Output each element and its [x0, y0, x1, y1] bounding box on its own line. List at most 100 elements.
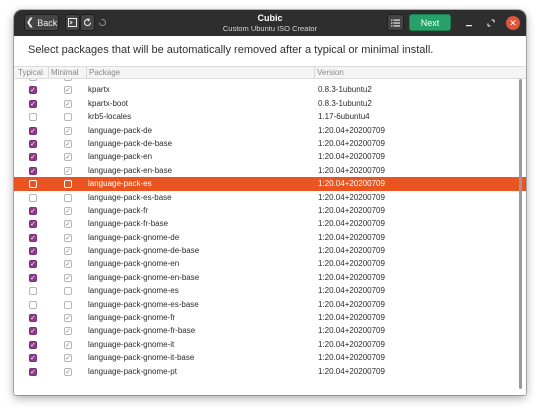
package-row[interactable]: ✓ ✓ language-pack-gnome-pt 1:20.04+20200709	[14, 365, 526, 378]
package-name: language-pack-en	[88, 152, 153, 162]
minimal-checkbox[interactable]	[64, 113, 72, 122]
package-row[interactable]: ✓ ✓ language-pack-en 1:20.04+20200709	[14, 150, 526, 163]
maximize-button[interactable]	[484, 16, 498, 30]
package-row[interactable]: krb5-locales 1.17-6ubuntu4	[14, 110, 526, 123]
package-name: language-pack-fr-base	[88, 219, 169, 229]
minimal-checkbox[interactable]: ✓	[64, 354, 72, 363]
typical-checkbox[interactable]: ✓	[29, 166, 37, 175]
typical-checkbox[interactable]: ✓	[29, 354, 37, 363]
package-row[interactable]: ✓ ✓ language-pack-de 1:20.04+20200709	[14, 124, 526, 137]
minimal-checkbox[interactable]: ✓	[64, 153, 72, 162]
column-header-minimal[interactable]: Minimal	[51, 68, 79, 77]
scrollbar[interactable]	[519, 79, 522, 389]
menu-button[interactable]	[387, 14, 404, 31]
close-button[interactable]: ✕	[506, 16, 520, 30]
typical-checkbox[interactable]	[29, 193, 37, 202]
package-version: 0.8.3-1ubuntu2	[318, 85, 372, 95]
typical-checkbox[interactable]: ✓	[29, 206, 37, 215]
package-name: language-pack-gnome-es	[88, 286, 179, 296]
minimal-checkbox[interactable]: ✓	[64, 247, 72, 256]
package-row[interactable]: ✓ ✓ language-pack-fr-base 1:20.04+20200709	[14, 217, 526, 230]
package-row[interactable]: ✓ ✓ language-pack-fr 1:20.04+20200709	[14, 204, 526, 217]
column-header-typical[interactable]: Typical	[18, 68, 43, 77]
package-row[interactable]: ✓ ✓ language-pack-gnome-fr 1:20.04+20200709	[14, 311, 526, 324]
minimal-checkbox[interactable]: ✓	[64, 327, 72, 336]
minimal-checkbox[interactable]: ✓	[64, 314, 72, 323]
package-row[interactable]: language-pack-es 1:20.04+20200709	[14, 177, 526, 191]
typical-checkbox[interactable]: ✓	[29, 247, 37, 256]
package-row[interactable]: ✓ ✓ language-pack-en-base 1:20.04+20200709	[14, 164, 526, 177]
package-version: 1:20.04+20200709	[318, 125, 385, 135]
typical-checkbox[interactable]	[29, 300, 37, 309]
package-row[interactable]: ✓ ✓ language-pack-gnome-it 1:20.04+20200709	[14, 338, 526, 351]
typical-checkbox[interactable]: ✓	[29, 220, 37, 229]
minimal-checkbox[interactable]: ✓	[64, 220, 72, 229]
minimal-checkbox[interactable]	[64, 300, 72, 309]
minimal-checkbox[interactable]: ✓	[64, 99, 72, 108]
package-version: 1:20.04+20200709	[318, 353, 385, 363]
minimal-checkbox[interactable]: ✓	[64, 206, 72, 215]
package-name: language-pack-gnome-fr	[88, 313, 176, 323]
minimal-checkbox[interactable]	[64, 193, 72, 202]
minimal-checkbox[interactable]: ✓	[64, 367, 72, 376]
typical-checkbox[interactable]: ✓	[29, 126, 37, 135]
package-row[interactable]: ✓ ✓ language-pack-gnome-de 1:20.04+20200709	[14, 231, 526, 244]
header-bar: ❮ Back Cubic Custom Ubuntu ISO Creator N…	[14, 10, 526, 36]
minimal-checkbox[interactable]: ✓	[64, 126, 72, 135]
package-row[interactable]: language-pack-gnome-es 1:20.04+20200709	[14, 284, 526, 297]
typical-checkbox[interactable]: ✓	[29, 340, 37, 349]
package-row[interactable]: language-pack-gnome-es-base 1:20.04+20200…	[14, 298, 526, 311]
column-header-package[interactable]: Package	[89, 68, 120, 77]
minimize-button[interactable]	[462, 16, 476, 30]
column-separator	[86, 67, 87, 78]
typical-checkbox[interactable]: ✓	[29, 327, 37, 336]
typical-checkbox[interactable]: ✓	[29, 233, 37, 242]
minimal-checkbox[interactable]: ✓	[64, 233, 72, 242]
package-row[interactable]: ✓ ✓ language-pack-gnome-fr-base 1:20.04+202…	[14, 324, 526, 337]
package-version: 1:20.04+20200709	[318, 205, 385, 215]
typical-checkbox[interactable]: ✓	[29, 153, 37, 162]
minimal-checkbox[interactable]: ✓	[64, 273, 72, 282]
typical-checkbox[interactable]: ✓	[29, 139, 37, 148]
package-version: 1:20.04+20200709	[318, 286, 385, 296]
typical-checkbox[interactable]: ✓	[29, 314, 37, 323]
typical-checkbox[interactable]: ✓	[29, 86, 37, 95]
minimal-checkbox[interactable]: ✓	[64, 340, 72, 349]
typical-checkbox[interactable]: ✓	[29, 260, 37, 269]
minimize-icon	[466, 25, 472, 27]
package-row[interactable]: ✓ ✓ kpartx 0.8.3-1ubuntu2	[14, 83, 526, 96]
typical-checkbox[interactable]	[29, 79, 37, 81]
package-version: 1:20.04+20200709	[318, 179, 385, 189]
minimal-checkbox[interactable]	[64, 79, 72, 81]
typical-checkbox[interactable]	[29, 180, 37, 189]
typical-checkbox[interactable]: ✓	[29, 273, 37, 282]
package-version: 1:20.04+20200709	[318, 313, 385, 323]
package-name: language-pack-gnome-de-base	[88, 246, 200, 256]
package-name: kmod	[88, 79, 108, 82]
minimal-checkbox[interactable]: ✓	[64, 86, 72, 95]
package-row[interactable]: ✓ ✓ kpartx-boot 0.8.3-1ubuntu2	[14, 97, 526, 110]
package-name: language-pack-de	[88, 125, 153, 135]
minimal-checkbox[interactable]: ✓	[64, 166, 72, 175]
typical-checkbox[interactable]	[29, 113, 37, 122]
minimal-checkbox[interactable]	[64, 287, 72, 296]
package-version: 1:20.04+20200709	[318, 246, 385, 256]
typical-checkbox[interactable]	[29, 287, 37, 296]
package-row[interactable]: ✓ ✓ language-pack-de-base 1:20.04+20200709	[14, 137, 526, 150]
package-row[interactable]: ✓ ✓ language-pack-gnome-it-base 1:20.04+202…	[14, 351, 526, 364]
typical-checkbox[interactable]: ✓	[29, 99, 37, 108]
column-header-version[interactable]: Version	[317, 68, 344, 77]
package-name: language-pack-es-base	[88, 192, 172, 202]
next-button[interactable]: Next	[409, 14, 451, 31]
package-row[interactable]: ✓ ✓ language-pack-gnome-en-base 1:20.04+202…	[14, 271, 526, 284]
package-name: language-pack-gnome-pt	[88, 366, 177, 376]
typical-checkbox[interactable]: ✓	[29, 367, 37, 376]
package-row[interactable]: language-pack-es-base 1:20.04+20200709	[14, 191, 526, 204]
package-version: 0.8.3-1ubuntu2	[318, 98, 372, 108]
package-list[interactable]: kmod 27-1ubuntu2 ✓ ✓ kpartx 0.8.3-1ubuntu2 ✓ ✓ k…	[14, 79, 526, 395]
minimal-checkbox[interactable]: ✓	[64, 260, 72, 269]
minimal-checkbox[interactable]	[64, 180, 72, 189]
package-row[interactable]: ✓ ✓ language-pack-gnome-de-base 1:20.04+202…	[14, 244, 526, 257]
package-row[interactable]: ✓ ✓ language-pack-gnome-en 1:20.04+20200709	[14, 257, 526, 270]
minimal-checkbox[interactable]: ✓	[64, 139, 72, 148]
